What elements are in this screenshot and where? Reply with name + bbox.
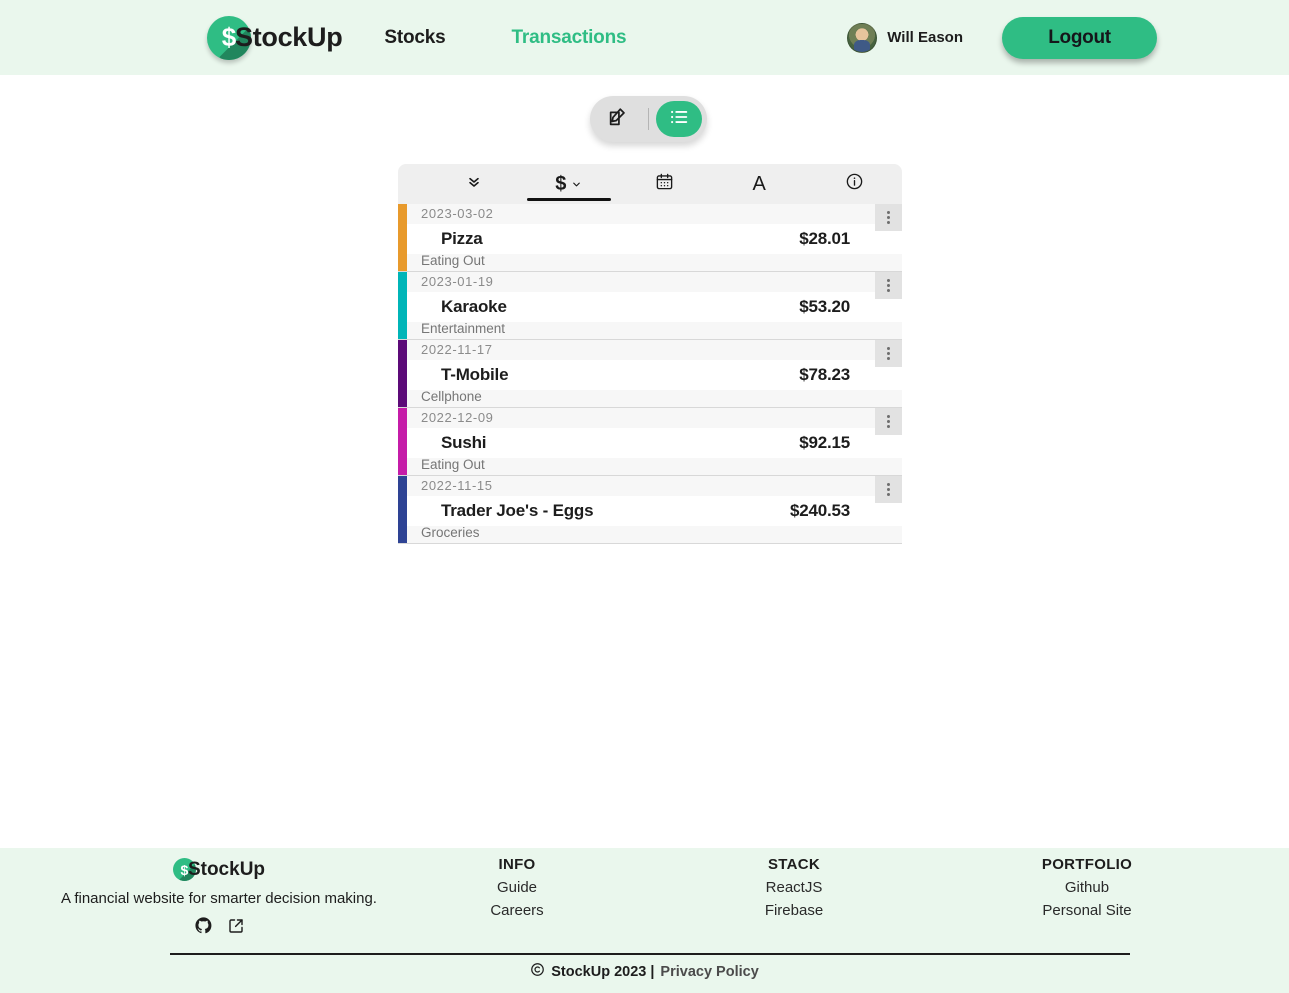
footer-brand-name: StockUp — [187, 858, 266, 880]
transactions-panel: $ A 2023-03-02 Pizza $28.01 Eating Out 2… — [398, 164, 902, 544]
transaction-amount: $92.15 — [799, 433, 850, 452]
kebab-menu-icon[interactable] — [875, 476, 902, 503]
transaction-category: Cellphone — [421, 389, 482, 404]
toggle-divider — [648, 108, 649, 130]
category-color-bar — [398, 476, 407, 543]
transaction-category: Eating Out — [421, 253, 485, 268]
table-row[interactable]: 2022-11-15 Trader Joe's - Eggs $240.53 G… — [398, 476, 902, 544]
external-link-icon[interactable] — [227, 917, 245, 935]
footer-column-info: INFO Guide Careers — [427, 856, 607, 919]
list-icon — [668, 106, 690, 133]
view-toggle — [590, 96, 707, 142]
category-color-bar — [398, 408, 407, 475]
tab-name[interactable]: A — [712, 164, 807, 204]
app-page: $ StockUp Stocks Transactions Will Eason… — [0, 0, 1289, 993]
footer-link[interactable]: ReactJS — [704, 879, 884, 896]
table-row[interactable]: 2022-11-17 T-Mobile $78.23 Cellphone — [398, 340, 902, 408]
category-color-bar — [398, 340, 407, 407]
footer-column-title: PORTFOLIO — [1041, 856, 1133, 873]
footer-tagline: A financial website for smarter decision… — [61, 890, 377, 907]
category-color-bar — [398, 204, 407, 271]
transaction-name: Sushi — [441, 433, 487, 452]
table-row[interactable]: 2023-01-19 Karaoke $53.20 Entertainment — [398, 272, 902, 340]
tab-info[interactable] — [807, 164, 902, 204]
letter-a-icon: A — [752, 172, 766, 195]
transaction-date: 2023-01-19 — [421, 274, 494, 289]
footer-link[interactable]: Firebase — [704, 902, 884, 919]
dollar-glyph: $ — [180, 861, 189, 878]
transaction-date: 2022-11-15 — [421, 478, 493, 493]
tab-amount[interactable]: $ — [521, 164, 616, 204]
app-footer: $ StockUp A financial website for smarte… — [0, 848, 1289, 993]
transactions-tabbar: $ A — [398, 164, 902, 204]
transaction-name: Pizza — [441, 229, 483, 248]
dollar-glyph: $ — [221, 22, 237, 52]
transaction-amount: $28.01 — [799, 229, 850, 248]
double-chevron-down-icon — [466, 174, 482, 195]
table-row[interactable]: 2022-12-09 Sushi $92.15 Eating Out — [398, 408, 902, 476]
dollar-sort-icon: $ — [555, 172, 567, 195]
header-right: Will Eason Logout — [847, 0, 1289, 75]
transaction-category: Eating Out — [421, 457, 485, 472]
avatar — [847, 22, 878, 53]
dollar-circle-icon: $ — [207, 15, 251, 60]
github-icon[interactable] — [194, 916, 213, 935]
footer-link[interactable]: Careers — [427, 902, 607, 919]
info-circle-icon — [845, 172, 864, 196]
brand-name: StockUp — [235, 22, 343, 52]
footer-brand: $ StockUp A financial website for smarte… — [61, 858, 377, 935]
app-header: $ StockUp Stocks Transactions Will Eason… — [0, 0, 1289, 75]
privacy-policy-link[interactable]: Privacy Policy — [660, 964, 758, 980]
kebab-menu-icon[interactable] — [875, 272, 902, 299]
kebab-menu-icon[interactable] — [875, 408, 902, 435]
footer-divider — [170, 953, 1130, 955]
footer-social-links — [61, 916, 377, 935]
copyright-icon — [530, 962, 545, 981]
dollar-circle-icon: $ — [172, 858, 196, 881]
calendar-icon — [655, 172, 674, 196]
category-color-bar — [398, 272, 407, 339]
user-profile[interactable]: Will Eason — [847, 22, 963, 53]
footer-column-title: STACK — [767, 856, 821, 873]
toggle-option-list[interactable] — [656, 101, 702, 137]
transaction-amount: $53.20 — [799, 297, 850, 316]
footer-link[interactable]: Github — [997, 879, 1177, 896]
transaction-name: T-Mobile — [441, 365, 509, 384]
copyright-text: StockUp 2023 | — [551, 963, 655, 980]
transaction-date: 2022-11-17 — [421, 342, 493, 357]
transaction-amount: $240.53 — [789, 501, 850, 520]
edit-square-icon — [607, 106, 629, 133]
tab-date[interactable] — [616, 164, 711, 204]
transaction-amount: $78.23 — [799, 365, 850, 384]
footer-column-portfolio: PORTFOLIO Github Personal Site — [997, 856, 1177, 919]
footer-link[interactable]: Guide — [427, 879, 607, 896]
transaction-date: 2023-03-02 — [421, 206, 494, 221]
transaction-name: Karaoke — [441, 297, 507, 316]
nav-item-transactions[interactable]: Transactions — [512, 27, 627, 49]
transaction-category: Groceries — [421, 525, 480, 540]
footer-column-stack: STACK ReactJS Firebase — [704, 856, 884, 919]
chevron-down-icon — [573, 182, 581, 186]
kebab-menu-icon[interactable] — [875, 340, 902, 367]
transaction-category: Entertainment — [421, 321, 506, 336]
user-name: Will Eason — [887, 29, 963, 46]
footer-link[interactable]: Personal Site — [997, 902, 1177, 919]
logout-button[interactable]: Logout — [1002, 16, 1157, 59]
kebab-menu-icon[interactable] — [875, 204, 902, 231]
transaction-name: Trader Joe's - Eggs — [441, 501, 594, 520]
transaction-list: 2023-03-02 Pizza $28.01 Eating Out 2023-… — [398, 204, 902, 544]
footer-column-title: INFO — [498, 856, 536, 873]
table-row[interactable]: 2023-03-02 Pizza $28.01 Eating Out — [398, 204, 902, 272]
footer-copyright: StockUp 2023 | Privacy Policy — [0, 962, 1289, 981]
transaction-date: 2022-12-09 — [421, 410, 494, 425]
toggle-option-edit[interactable] — [595, 101, 641, 137]
nav-item-stocks[interactable]: Stocks — [384, 27, 445, 49]
brand-logo[interactable]: $ StockUp — [207, 15, 343, 60]
main-nav: Stocks Transactions — [384, 27, 626, 49]
tab-sort[interactable] — [426, 164, 521, 204]
